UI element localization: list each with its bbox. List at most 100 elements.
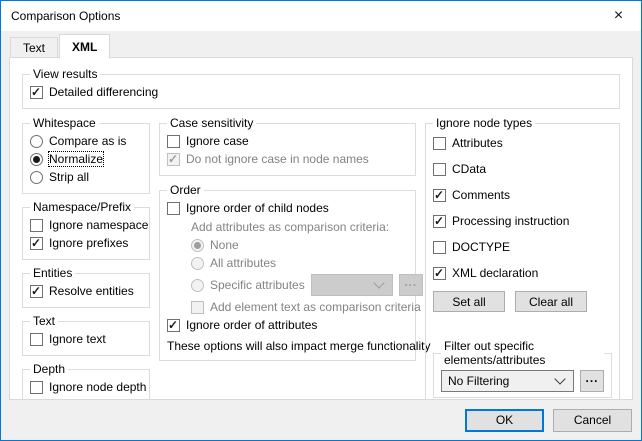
chevron-down-icon (554, 373, 566, 385)
checkbox-label: Ignore order of attributes (186, 318, 318, 332)
checkbox-icon (30, 218, 43, 232)
checkbox-icon (30, 236, 43, 250)
add-attributes-criteria-label: Add attributes as comparison criteria: (191, 220, 390, 234)
cancel-button[interactable]: Cancel (553, 408, 632, 432)
checkbox-icon (167, 201, 180, 215)
radio-compare-as-is[interactable]: Compare as is (30, 134, 142, 148)
group-entities-title: Entities (33, 266, 73, 280)
radio-specific-attributes: Specific attributes ... (191, 274, 423, 296)
group-ignore-node-types: Ignore node types Attributes CData Comme… (425, 116, 620, 399)
radio-strip-all[interactable]: Strip all (30, 170, 142, 184)
checkbox-ignore-case[interactable]: Ignore case (167, 134, 408, 148)
checkbox-icon (433, 240, 446, 254)
group-order-title: Order (170, 183, 201, 197)
checkbox-icon (433, 136, 446, 150)
left-column: Whitespace Compare as is Normalize Strip… (22, 116, 150, 399)
window-title: Comparison Options (11, 9, 121, 23)
radio-none: None (191, 238, 408, 252)
tab-xml[interactable]: XML (59, 34, 111, 59)
checkbox-icon (433, 266, 446, 280)
middle-column: Case sensitivity Ignore case Do not igno… (159, 116, 431, 399)
checkbox-ignore-order-child-nodes[interactable]: Ignore order of child nodes (167, 201, 408, 215)
checkbox-icon (433, 188, 446, 202)
comparison-options-dialog: Comparison Options × Text XML View resul… (0, 0, 642, 441)
checkbox-cdata[interactable]: CData (433, 162, 612, 176)
checkbox-label: Ignore namespace (49, 218, 149, 232)
filter-browse-button[interactable]: ... (580, 370, 604, 392)
checkbox-ignore-node-depth[interactable]: Ignore node depth (30, 380, 146, 394)
checkbox-icon (433, 162, 446, 176)
checkbox-comments[interactable]: Comments (433, 188, 612, 202)
group-ignore-node-types-title: Ignore node types (436, 116, 533, 130)
checkbox-label: Do not ignore case in node names (186, 152, 369, 166)
checkbox-ignore-order-attributes[interactable]: Ignore order of attributes (167, 318, 408, 332)
group-namespace-prefix-title: Namespace/Prefix (33, 200, 132, 214)
checkbox-ignore-prefixes[interactable]: Ignore prefixes (30, 236, 142, 250)
checkbox-ignore-text[interactable]: Ignore text (30, 332, 142, 346)
checkbox-label: Resolve entities (49, 284, 134, 298)
group-whitespace-title: Whitespace (33, 116, 96, 130)
xml-tab-page: View results Detailed differencing White… (9, 57, 633, 400)
group-view-results: View results Detailed differencing (22, 67, 620, 109)
radio-all-attributes: All attributes (191, 256, 408, 270)
checkbox-label: Attributes (452, 136, 503, 150)
checkbox-ignore-namespace[interactable]: Ignore namespace (30, 218, 148, 232)
radio-icon (30, 152, 43, 166)
checkbox-label: CData (452, 162, 487, 176)
checkbox-label: Ignore case (186, 134, 249, 148)
group-namespace-prefix: Namespace/Prefix Ignore namespace Ignore… (22, 200, 150, 260)
close-icon: × (613, 7, 624, 24)
checkbox-attributes[interactable]: Attributes (433, 136, 612, 150)
radio-label: Compare as is (49, 134, 127, 148)
checkbox-resolve-entities[interactable]: Resolve entities (30, 284, 142, 298)
radio-label: All attributes (210, 256, 277, 270)
set-all-button[interactable]: Set all (433, 291, 505, 312)
checkbox-doctype[interactable]: DOCTYPE (433, 240, 612, 254)
checkbox-label: Ignore text (49, 332, 106, 346)
close-button[interactable]: × (596, 1, 641, 31)
checkbox-detailed-differencing[interactable]: Detailed differencing (30, 85, 612, 99)
checkbox-label: Add element text as comparison criteria (210, 300, 421, 314)
ok-button[interactable]: OK (465, 408, 544, 432)
filter-dropdown-value: No Filtering (448, 374, 510, 388)
group-whitespace: Whitespace Compare as is Normalize Strip… (22, 116, 150, 194)
group-case-sensitivity: Case sensitivity Ignore case Do not igno… (159, 116, 416, 176)
checkbox-xml-declaration[interactable]: XML declaration (433, 266, 612, 280)
checkbox-icon (167, 152, 180, 166)
radio-icon (191, 238, 204, 252)
radio-label: None (210, 238, 239, 252)
group-filter-title: Filter out specific elements/attributes (444, 339, 546, 367)
chevron-down-icon (373, 277, 385, 289)
clear-all-button[interactable]: Clear all (515, 291, 587, 312)
tab-strip: Text XML (1, 31, 641, 59)
checkbox-label: Comments (452, 188, 511, 202)
group-depth: Depth Ignore node depth (22, 362, 150, 399)
specific-attributes-dropdown (310, 274, 393, 296)
checkbox-icon (433, 214, 446, 228)
radio-icon (30, 134, 43, 148)
checkbox-label: Detailed differencing (49, 85, 159, 99)
radio-icon (191, 256, 204, 270)
group-order: Order Ignore order of child nodes Add at… (159, 183, 431, 361)
checkbox-add-element-text: Add element text as comparison criteria (191, 300, 421, 314)
tab-text[interactable]: Text (10, 37, 59, 58)
titlebar[interactable]: Comparison Options × (1, 1, 641, 31)
checkbox-icon (167, 134, 180, 148)
merge-functionality-note: These options will also impact merge fun… (167, 339, 431, 353)
checkbox-label: Ignore prefixes (49, 236, 129, 250)
right-column: Ignore node types Attributes CData Comme… (425, 116, 620, 399)
radio-label: Normalize (47, 151, 105, 167)
group-filter: Filter out specific elements/attributes … (433, 339, 612, 398)
checkbox-label: Processing instruction (452, 214, 570, 228)
checkbox-processing-instruction[interactable]: Processing instruction (433, 214, 612, 228)
radio-icon (30, 170, 43, 184)
group-view-results-title: View results (33, 67, 98, 81)
checkbox-label: DOCTYPE (452, 240, 511, 254)
checkbox-label: Ignore node depth (49, 380, 147, 394)
group-entities: Entities Resolve entities (22, 266, 150, 308)
filter-dropdown[interactable]: No Filtering (441, 370, 574, 392)
radio-normalize[interactable]: Normalize (30, 151, 142, 167)
checkbox-icon (30, 284, 43, 298)
checkbox-icon (30, 85, 43, 99)
